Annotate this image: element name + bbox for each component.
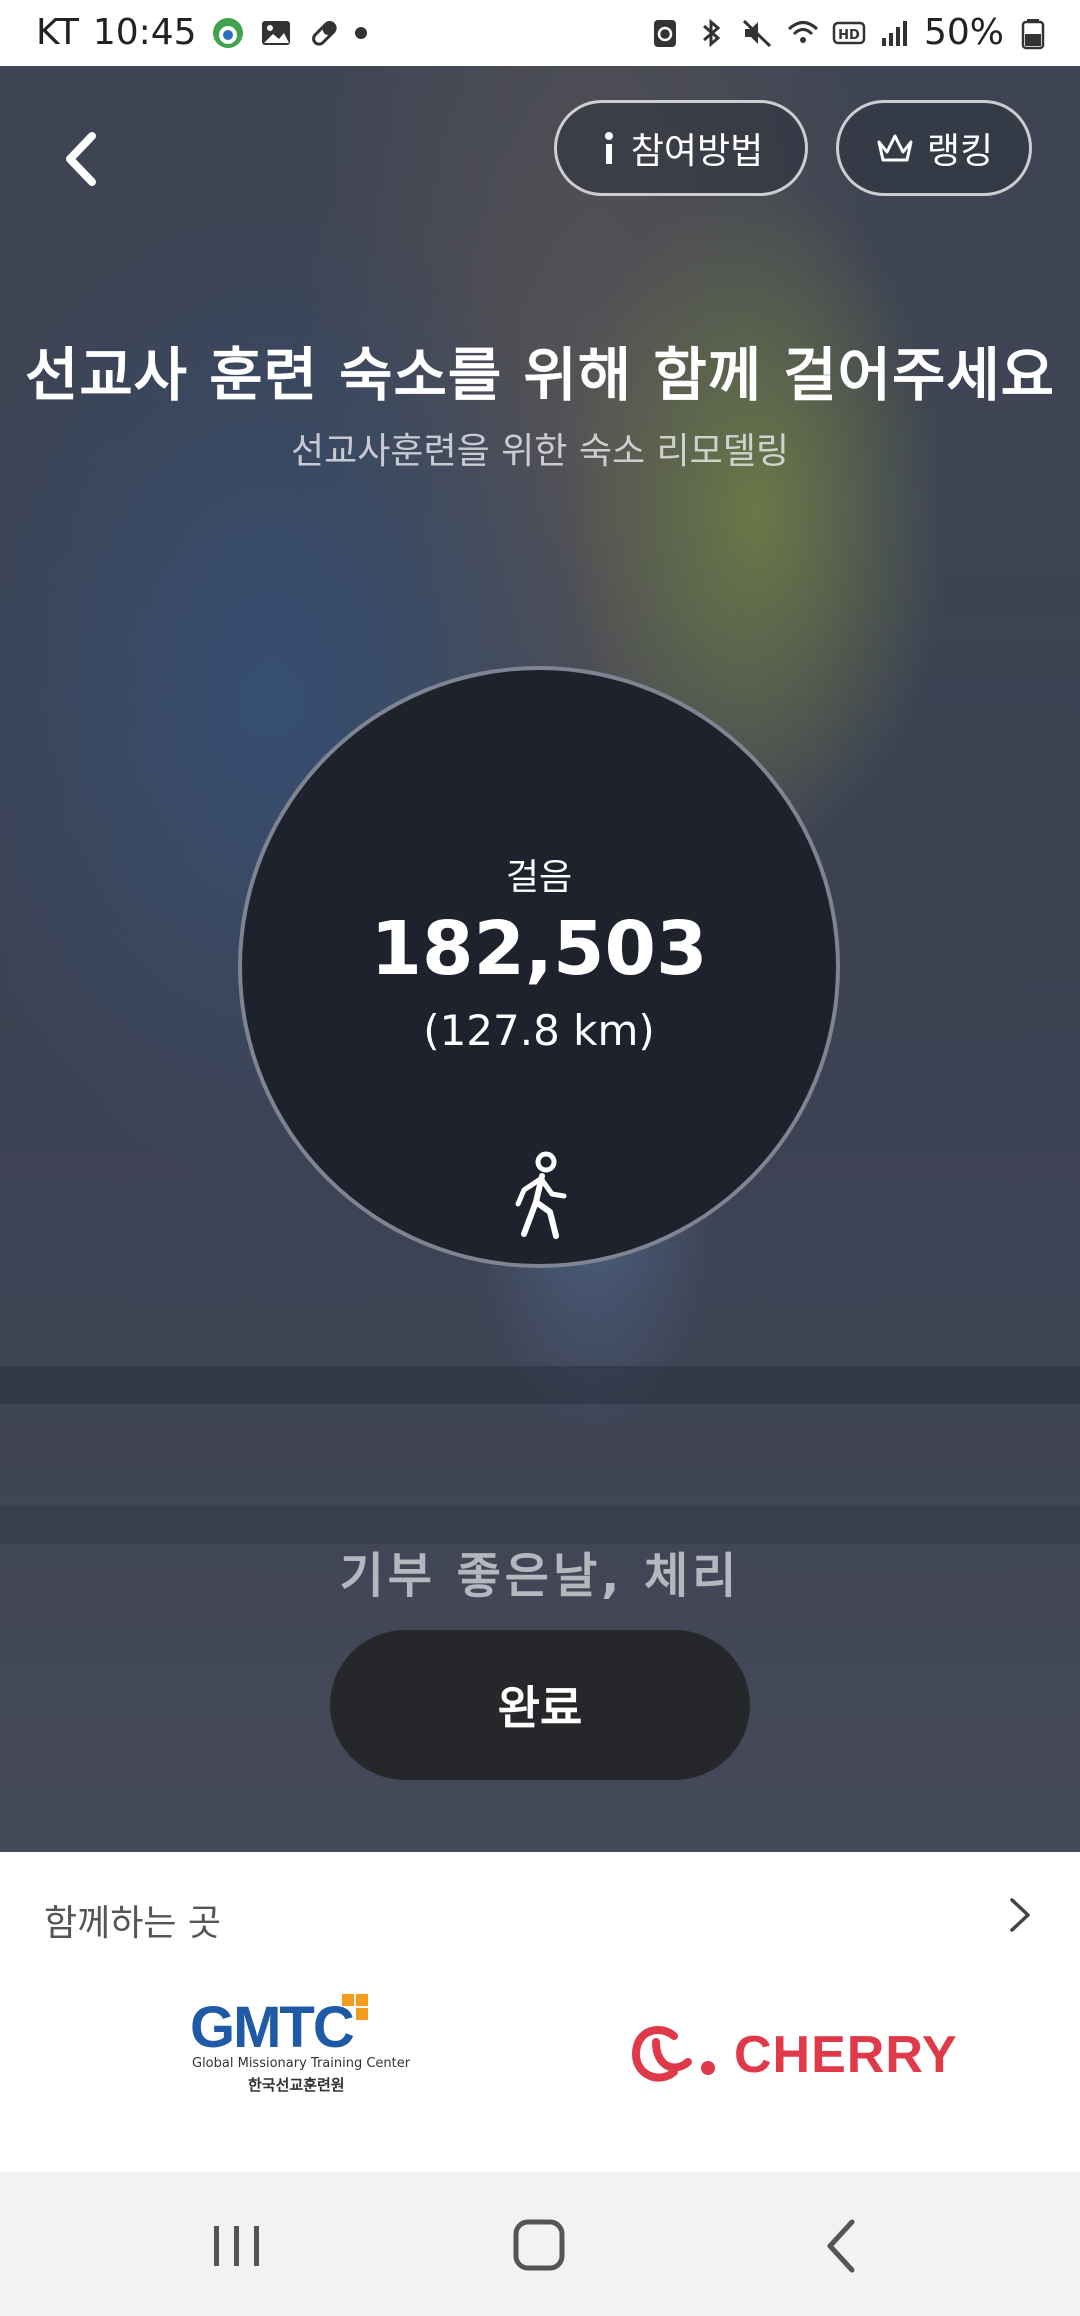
done-button[interactable]: 완료 [330,1630,750,1780]
campaign-hero: 참여방법 랭킹 선교사 훈련 숙소를 위해 함께 걸어주세요 선교사훈련을 위한… [0,66,1080,1852]
back-arrow-icon[interactable] [52,124,112,194]
home-icon[interactable] [504,2216,574,2276]
gmtc-logo-mark [342,1994,354,2006]
gmtc-logo-mark [356,2008,368,2020]
campaign-title: 선교사 훈련 숙소를 위해 함께 걸어주세요 [24,341,1056,409]
partners-title: 함께하는 곳 [44,1903,222,1944]
bluetooth-icon [703,18,721,47]
campaign-subtitle: 선교사훈련을 위한 숙소 리모델링 [290,431,789,472]
cherry-logo-mark [631,2026,715,2082]
wifi-icon [787,20,819,43]
svg-text:HD: HD [838,28,860,43]
gallery-icon [261,20,290,45]
battery-icon [1021,18,1045,49]
cherry-logo[interactable]: CHERRY [630,2020,958,2090]
recent-apps-icon[interactable] [202,2216,272,2276]
mute-icon [742,19,772,47]
clock: 10:45 [92,12,197,53]
step-count: 182,503 [370,906,708,992]
ranking-label: 랭킹 [926,131,994,172]
step-counter-circle: 걸음 182,503 (127.8 km) [238,666,840,1268]
how-to-join-button[interactable]: 참여방법 [554,100,808,196]
cherry-logo-text: CHERRY [734,2026,958,2084]
gmtc-logo-mark [356,1994,368,2006]
chevron-right-icon[interactable] [1000,1890,1040,1940]
walking-person-icon [515,1151,567,1239]
gmtc-logo-text: GMTC [190,1995,355,2060]
background-road-shadow [0,1366,1080,1404]
carrier-label: KT [36,12,79,53]
how-to-join-label: 참여방법 [630,131,764,172]
info-icon [604,132,613,164]
distance-value: (127.8 km) [423,1006,655,1055]
sponsor-slogan: 기부 좋은날, 체리 [339,1548,741,1604]
steps-label: 걸음 [505,857,573,898]
gmtc-logo-subtitle: Global Missionary Training Center [192,2056,411,2071]
system-nav-bar [0,2172,1080,2316]
crown-icon [877,134,913,162]
battery-percent: 50% [923,12,1004,53]
ranking-button[interactable]: 랭킹 [836,100,1032,196]
more-notifications-icon [354,26,367,39]
partners-section: 함께하는 곳 GMTC Global Missionary Training C… [0,1852,1080,2172]
app-notification-icon [212,17,243,48]
pill-icon [311,20,337,46]
gmtc-logo[interactable]: GMTC Global Missionary Training Center 한… [190,1994,410,2094]
recycle-icon [653,19,676,47]
status-bar: KT 10:45 HD 50% [0,0,1080,66]
hd-icon: HD [832,21,866,44]
back-nav-icon[interactable] [808,2216,878,2276]
signal-icon [881,20,907,46]
gmtc-logo-korean: 한국선교훈련원 [248,2076,345,2094]
